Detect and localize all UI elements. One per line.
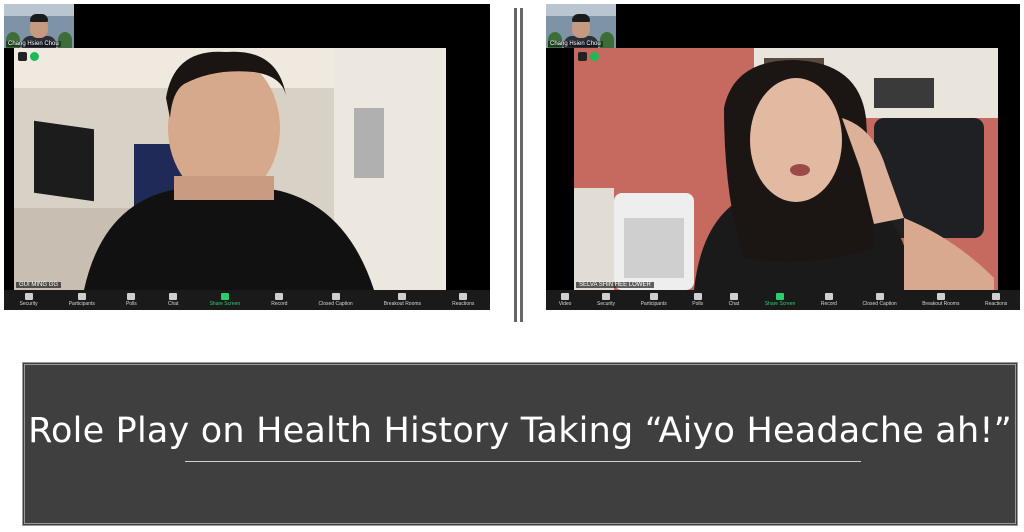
toolbar-closed-caption[interactable]: Closed Caption [862, 293, 897, 307]
shield-icon[interactable] [30, 52, 39, 61]
title-banner: Role Play on Health History Taking “Aiyo… [22, 362, 1018, 526]
toolbar-chat[interactable]: Chat [168, 293, 178, 307]
shield-icon [24, 293, 33, 300]
smile-icon [459, 293, 468, 300]
toolbar-participants[interactable]: Participants [69, 293, 95, 307]
toolbar-security[interactable]: Security [20, 293, 38, 307]
toolbar-share-screen[interactable]: Share Screen [210, 293, 240, 307]
divider-line [514, 8, 517, 322]
host-thumbnail[interactable]: Chang Hsien Chou [546, 4, 616, 48]
share-screen-icon [220, 293, 229, 300]
chat-icon [169, 293, 178, 300]
host-name-label: Chang Hsien Chou [548, 41, 603, 47]
toolbar-participants[interactable]: Participants [641, 293, 667, 307]
divider-line [520, 8, 523, 322]
record-icon [824, 293, 833, 300]
toolbar-record[interactable]: Record [821, 293, 837, 307]
participant-name-label: SELVA SHIN HEE LOWER [576, 282, 654, 288]
bar-chart-icon [127, 293, 136, 300]
grid-icon[interactable] [578, 52, 587, 61]
shield-icon[interactable] [590, 52, 599, 61]
cc-icon [331, 293, 340, 300]
shield-icon [602, 293, 611, 300]
record-icon [275, 293, 284, 300]
people-icon [649, 293, 658, 300]
participant-video-male: GUI MING GG [14, 48, 446, 290]
toolbar-breakout-rooms[interactable]: Breakout Rooms [922, 293, 959, 307]
left-video-window: Chang Hsien Chou GUI MING GG Security Pa… [4, 4, 490, 310]
female-student-video-frame [574, 48, 998, 290]
meeting-toolbar: Security Participants Polls Chat Share S… [4, 290, 490, 310]
host-name-label: Chang Hsien Chou [6, 41, 61, 47]
host-thumbnail[interactable]: Chang Hsien Chou [4, 4, 74, 48]
toolbar-chat[interactable]: Chat [729, 293, 739, 307]
participant-name-label: GUI MING GG [16, 282, 61, 288]
chat-icon [729, 293, 738, 300]
banner-title: Role Play on Health History Taking “Aiyo… [28, 411, 1012, 451]
title-underline [185, 461, 861, 462]
toolbar-record[interactable]: Record [271, 293, 287, 307]
camera-icon [561, 293, 570, 300]
toolbar-closed-caption[interactable]: Closed Caption [319, 293, 353, 307]
male-student-video-frame [14, 48, 446, 290]
share-screen-icon [776, 293, 784, 300]
grid-icon[interactable] [18, 52, 27, 61]
toolbar-breakout-rooms[interactable]: Breakout Rooms [384, 293, 421, 307]
meeting-toolbar: Video Security Participants Polls Chat S… [546, 290, 1020, 310]
toolbar-security[interactable]: Security [597, 293, 615, 307]
right-video-window: Chang Hsien Chou SELVA SHIN HEE LOWER Vi… [546, 4, 1020, 310]
participant-video-female: SELVA SHIN HEE LOWER [574, 48, 998, 290]
toolbar-reactions[interactable]: Reactions [985, 293, 1007, 307]
toolbar-polls[interactable]: Polls [692, 293, 703, 307]
people-icon [77, 293, 86, 300]
toolbar-video[interactable]: Video [559, 293, 571, 307]
grid-icon [936, 293, 945, 300]
cc-icon [875, 293, 884, 300]
toolbar-reactions[interactable]: Reactions [452, 293, 474, 307]
toolbar-share-screen[interactable]: Share Screen [765, 293, 795, 307]
bar-chart-icon [693, 293, 702, 300]
smile-icon [992, 293, 1001, 300]
grid-icon [398, 293, 407, 300]
toolbar-polls[interactable]: Polls [126, 293, 137, 307]
